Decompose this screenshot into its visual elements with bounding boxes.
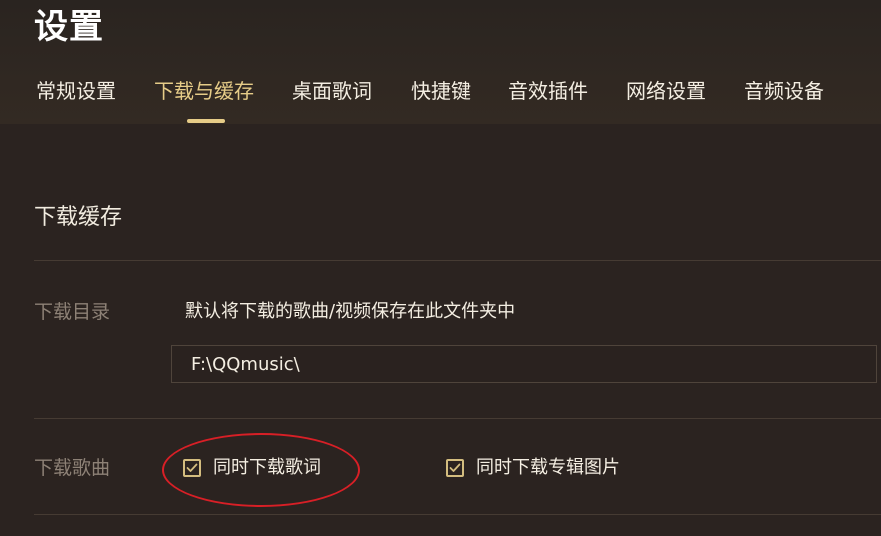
download-album-art-option[interactable]: 同时下载专辑图片 (446, 454, 620, 482)
tab-desktop-lyrics[interactable]: 桌面歌词 (292, 76, 372, 106)
row-divider (34, 418, 881, 419)
tab-download-cache[interactable]: 下载与缓存 (154, 76, 254, 106)
download-dir-label: 下载目录 (34, 301, 111, 323)
download-lyrics-label: 同时下载歌词 (213, 457, 321, 478)
checkmark-icon (449, 463, 461, 472)
settings-header: 设置 常规设置 下载与缓存 桌面歌词 快捷键 音效插件 网络设置 音频设备 (0, 0, 881, 124)
tab-audio-devices[interactable]: 音频设备 (744, 76, 824, 106)
section-divider (34, 260, 881, 261)
page-title: 设置 (34, 7, 104, 47)
tab-audio-effects[interactable]: 音效插件 (508, 76, 588, 106)
download-path-input[interactable] (171, 345, 877, 383)
download-dir-description: 默认将下载的歌曲/视频保存在此文件夹中 (185, 301, 516, 322)
settings-tabs: 常规设置 下载与缓存 桌面歌词 快捷键 音效插件 网络设置 音频设备 (0, 76, 881, 124)
tab-general-settings[interactable]: 常规设置 (36, 76, 116, 106)
download-songs-label: 下载歌曲 (34, 457, 111, 479)
row-divider-bottom (34, 514, 881, 515)
section-title: 下载缓存 (34, 205, 123, 230)
checkmark-icon (186, 463, 198, 472)
download-album-art-checkbox[interactable] (446, 459, 464, 477)
download-lyrics-checkbox[interactable] (183, 459, 201, 477)
download-lyrics-option[interactable]: 同时下载歌词 (183, 454, 321, 482)
tab-shortcuts[interactable]: 快捷键 (411, 76, 471, 106)
active-tab-indicator (187, 119, 225, 123)
tab-network-settings[interactable]: 网络设置 (626, 76, 706, 106)
download-album-art-label: 同时下载专辑图片 (476, 457, 620, 478)
